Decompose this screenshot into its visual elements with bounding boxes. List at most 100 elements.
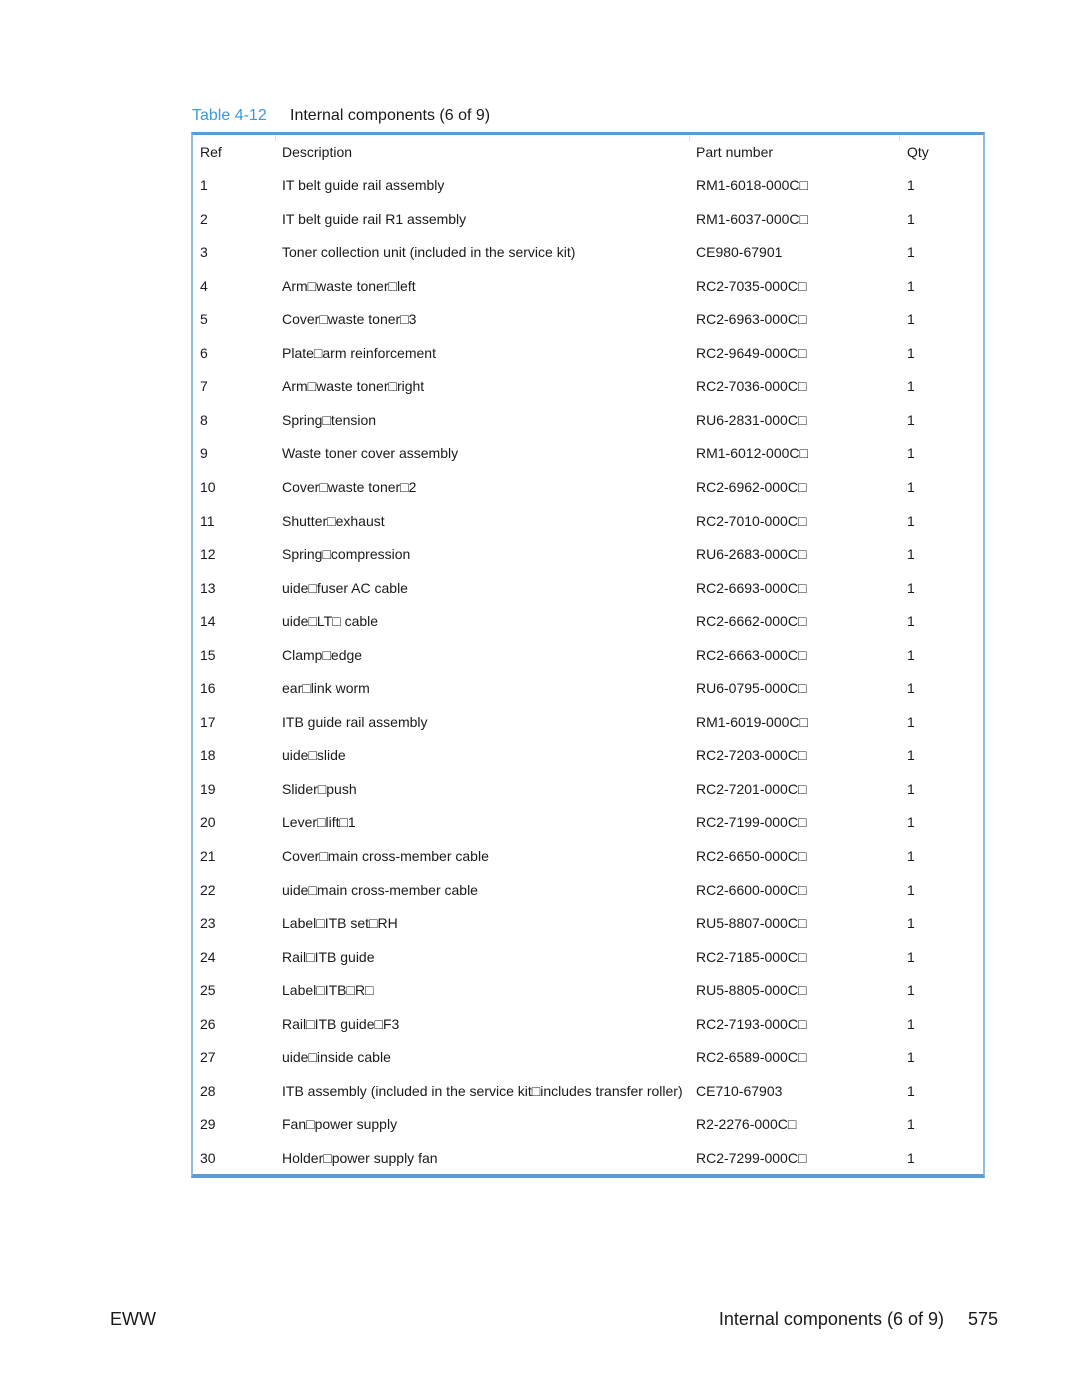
qty-cell: 1 [907, 646, 915, 663]
footer-section-title: Internal components (6 of 9) [718, 1309, 944, 1329]
part-number-cell: RC2-7010-000C□ [696, 512, 807, 529]
part-number-cell: RU5-8807-000C□ [696, 915, 807, 932]
qty-cell: 1 [907, 1082, 915, 1099]
table-row: 21 Cover□main cross-member cable RC2-6650-… [0, 846, 1080, 866]
part-number-cell: RC2-6600-000C□ [696, 881, 807, 898]
qty-cell: 1 [907, 445, 915, 462]
ref-cell: 14 [200, 613, 216, 630]
ref-cell: 11 [200, 512, 215, 529]
part-number-cell: RC2-7185-000C□ [696, 948, 807, 965]
part-number-cell: RC2-7035-000C□ [696, 277, 807, 294]
qty-cell: 1 [907, 512, 915, 529]
table-row: 23 Label□ITB set□RH RU5-8807-000C□ 1 [0, 913, 1080, 933]
description-cell: Rail□ITB guide□F3 [282, 1015, 400, 1032]
description-cell: ITB guide rail assembly [282, 713, 428, 730]
description-cell: Toner collection unit (included in the s… [282, 244, 576, 261]
table-title: Internal components (6 of 9) [290, 107, 491, 124]
table-row: 4 Arm□waste toner□left RC2-7035-000C□ 1 [0, 276, 1080, 296]
part-number-cell: RM1-6012-000C□ [696, 445, 808, 462]
qty-cell: 1 [907, 747, 915, 764]
header-description: Description [282, 144, 353, 160]
part-number-cell: RC2-6662-000C□ [696, 613, 807, 630]
ref-cell: 20 [200, 814, 216, 831]
ref-cell: 13 [200, 579, 216, 596]
column-separator [275, 135, 276, 141]
table-row: 1 IT belt guide rail assembly RM1-6018-000… [0, 175, 1080, 195]
description-cell: Holder□power supply fan [282, 1149, 438, 1166]
part-number-cell: CE980-67901 [696, 244, 783, 261]
part-number-cell: RC2-6663-000C□ [696, 646, 807, 663]
table-row: 18 uide□slide RC2-7203-000C□ 1 [0, 745, 1080, 765]
table-row: 2 IT belt guide rail R1 assembly RM1-6037-… [0, 209, 1080, 229]
table-row: 11 Shutter□exhaust RC2-7010-000C□ 1 [0, 511, 1080, 531]
qty-cell: 1 [907, 344, 915, 361]
part-number-cell: RC2-7203-000C□ [696, 747, 807, 764]
ref-cell: 4 [200, 277, 208, 294]
ref-cell: 18 [200, 747, 216, 764]
column-separator [689, 135, 690, 141]
description-cell: Arm□waste toner□right [282, 378, 425, 395]
part-number-cell: RU6-0795-000C□ [696, 680, 807, 697]
qty-cell: 1 [907, 713, 915, 730]
qty-cell: 1 [907, 1116, 915, 1133]
ref-cell: 12 [200, 546, 216, 563]
table-row: 25 Label□ITB□R□ RU5-8805-000C□ 1 [0, 980, 1080, 1000]
part-number-cell: RC2-6962-000C□ [696, 478, 807, 495]
qty-cell: 1 [907, 1015, 915, 1032]
qty-cell: 1 [907, 546, 915, 563]
ref-cell: 3 [200, 244, 208, 261]
ref-cell: 23 [200, 915, 216, 932]
table-row: 12 Spring□compression RU6-2683-000C□ 1 [0, 544, 1080, 564]
ref-cell: 9 [200, 445, 208, 462]
table-row: 15 Clamp□edge RC2-6663-000C□ 1 [0, 645, 1080, 665]
ref-cell: 19 [200, 780, 216, 797]
description-cell: Plate□arm reinforcement [282, 344, 436, 361]
table-row: 19 Slider□push RC2-7201-000C□ 1 [0, 779, 1080, 799]
part-number-cell: RC2-7299-000C□ [696, 1149, 807, 1166]
qty-cell: 1 [907, 1049, 915, 1066]
description-cell: Arm□waste toner□left [282, 277, 416, 294]
table-row: 30 Holder□power supply fan RC2-7299-000C□ 1 [0, 1148, 1080, 1168]
description-cell: Shutter□exhaust [282, 512, 385, 529]
description-cell: IT belt guide rail R1 assembly [282, 210, 467, 227]
table-row: 5 Cover□waste toner□3 RC2-6963-000C□ 1 [0, 309, 1080, 329]
ref-cell: 25 [200, 982, 216, 999]
qty-cell: 1 [907, 680, 915, 697]
ref-cell: 28 [200, 1082, 216, 1099]
description-cell: Rail□ITB guide [282, 948, 375, 965]
table-row: 22 uide□main cross-member cable RC2-6600-0… [0, 880, 1080, 900]
table-row: 20 Lever□lift□1 RC2-7199-000C□ 1 [0, 812, 1080, 832]
ref-cell: 29 [200, 1116, 216, 1133]
description-cell: Waste toner cover assembly [282, 445, 459, 462]
table-row: 13 uide□fuser AC cable RC2-6693-000C□ 1 [0, 578, 1080, 598]
part-number-cell: RC2-7199-000C□ [696, 814, 807, 831]
table-row: 17 ITB guide rail assembly RM1-6019-000C□ 1 [0, 712, 1080, 732]
table-row: 7 Arm□waste toner□right RC2-7036-000C□ 1 [0, 376, 1080, 396]
header-part-number: Part number [696, 144, 774, 160]
ref-cell: 22 [200, 881, 216, 898]
ref-cell: 27 [200, 1049, 216, 1066]
description-cell: Clamp□edge [282, 646, 363, 663]
ref-cell: 8 [200, 411, 208, 428]
qty-cell: 1 [907, 311, 915, 328]
part-number-cell: RC2-7201-000C□ [696, 780, 807, 797]
qty-cell: 1 [907, 478, 915, 495]
qty-cell: 1 [907, 244, 915, 261]
table-header-row: Ref Description Part number Qty [0, 142, 1080, 162]
part-number-cell: RU6-2683-000C□ [696, 546, 807, 563]
description-cell: Spring□compression [282, 546, 411, 563]
part-number-cell: RC2-7036-000C□ [696, 378, 807, 395]
ref-cell: 16 [200, 680, 216, 697]
description-cell: IT belt guide rail assembly [282, 177, 445, 193]
table-row: 27 uide□inside cable RC2-6589-000C□ 1 [0, 1047, 1080, 1067]
part-number-cell: RC2-6963-000C□ [696, 311, 807, 328]
ref-cell: 7 [200, 378, 208, 395]
ref-cell: 1 [200, 177, 208, 193]
ref-cell: 24 [200, 948, 216, 965]
qty-cell: 1 [907, 1149, 915, 1166]
qty-cell: 1 [907, 982, 915, 999]
table-row: 14 uide□LT□ cable RC2-6662-000C□ 1 [0, 611, 1080, 631]
ref-cell: 6 [200, 344, 208, 361]
ref-cell: 17 [200, 713, 216, 730]
qty-cell: 1 [907, 848, 915, 864]
